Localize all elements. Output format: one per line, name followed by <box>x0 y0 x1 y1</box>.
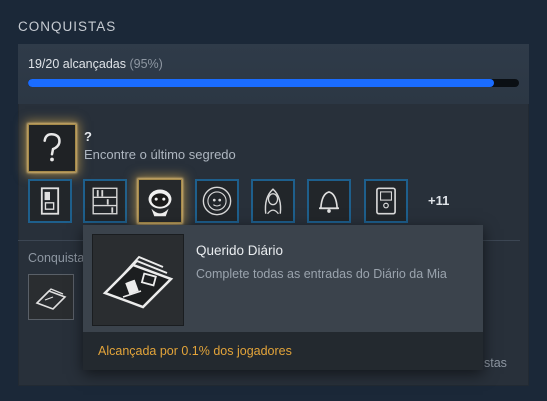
bell-icon <box>309 181 349 221</box>
achievement-woman-portrait[interactable] <box>251 179 295 223</box>
bookshelf-icon <box>85 181 125 221</box>
hidden-achievement-icon[interactable] <box>28 124 76 172</box>
diary-book-icon <box>29 275 73 319</box>
section-title: CONQUISTAS <box>18 19 117 34</box>
achievement-tooltip: Querido Diário Complete todas as entrada… <box>83 225 483 370</box>
cabinet-door-icon <box>366 181 406 221</box>
progress-count: 19/20 alcançadas <box>28 57 126 71</box>
achievement-diary-small[interactable] <box>28 274 74 320</box>
subsection-label: Conquista <box>28 251 85 265</box>
subsection-right-text: stas <box>484 356 507 370</box>
progress-area: 19/20 alcançadas (95%) <box>18 44 529 104</box>
achievement-bell[interactable] <box>307 179 351 223</box>
woman-portrait-icon <box>253 181 293 221</box>
achievement-dark-creature[interactable] <box>138 179 182 223</box>
question-mark-icon <box>29 125 75 171</box>
achievement-face-emblem[interactable] <box>195 179 239 223</box>
achievement-bookshelf[interactable] <box>83 179 127 223</box>
tooltip-achievement-name: Querido Diário <box>196 243 284 258</box>
tooltip-rarity-footer: Alcançada por 0.1% dos jogadores <box>83 332 483 370</box>
progress-bar <box>28 79 519 87</box>
progress-percent: (95%) <box>129 57 163 71</box>
diary-book-icon <box>93 235 183 325</box>
achievement-locked-door[interactable] <box>28 179 72 223</box>
dark-creature-icon <box>139 180 181 222</box>
tooltip-rarity-text: Alcançada por 0.1% dos jogadores <box>98 344 292 358</box>
face-emblem-icon <box>197 181 237 221</box>
progress-text: 19/20 alcançadas (95%) <box>28 57 163 71</box>
locked-door-icon <box>30 181 70 221</box>
achievement-cabinet-door[interactable] <box>364 179 408 223</box>
more-achievements-count[interactable]: +11 <box>428 193 449 208</box>
tooltip-achievement-description: Complete todas as entradas do Diário da … <box>196 267 447 281</box>
hidden-achievement-description: Encontre o último segredo <box>84 147 236 162</box>
progress-bar-fill <box>28 79 495 87</box>
hidden-achievement-name: ? <box>84 129 92 144</box>
tooltip-achievement-image <box>92 234 184 326</box>
